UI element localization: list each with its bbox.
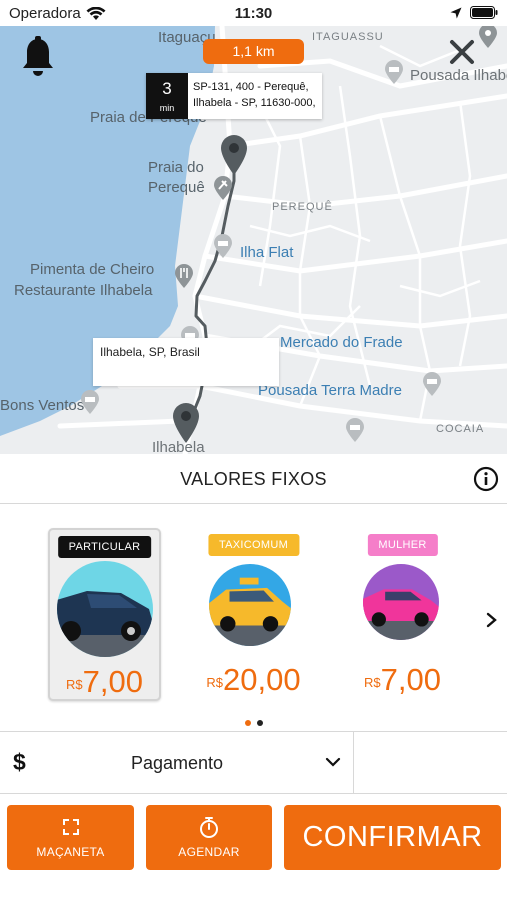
destination-pin-icon[interactable] [172, 402, 200, 444]
option-price-value: 20,00 [223, 662, 301, 697]
map-label-mercado: Mercado do Frade [280, 334, 403, 351]
status-bar: Operadora 11:30 [0, 0, 507, 26]
lodging-icon [214, 234, 232, 258]
option-price: R$20,00 [197, 662, 310, 698]
origin-pin-icon[interactable] [220, 134, 248, 176]
car-icon [57, 561, 153, 657]
option-price-value: 7,00 [380, 662, 441, 697]
payment-row: $ Pagamento [0, 732, 507, 794]
option-currency: R$ [66, 677, 83, 692]
eta-unit: min [159, 103, 175, 113]
expand-icon [62, 819, 79, 835]
lodging-icon [346, 418, 364, 442]
origin-address-line2: Ilhabela - SP, 11630-000, [193, 96, 316, 109]
handle-button[interactable]: MAÇANETA [7, 805, 134, 870]
lodging-icon [385, 60, 403, 84]
schedule-button-label: AGENDAR [178, 845, 240, 859]
eta-value: 3 [162, 79, 172, 98]
origin-address: SP-131, 400 - Perequê, Ilhabela - SP, 11… [188, 73, 321, 119]
option-price-value: 7,00 [82, 664, 143, 699]
status-icons [450, 6, 498, 19]
beach-icon [214, 176, 232, 200]
lodging-icon [81, 390, 99, 414]
map-label-pereque-beach: Perequê [148, 179, 205, 196]
option-currency: R$ [364, 675, 381, 690]
destination-address: Ilhabela, SP, Brasil [100, 345, 200, 359]
origin-address-line1: SP-131, 400 - Perequê, [193, 81, 309, 93]
map-view[interactable]: Itaguaçu ITAGUASSU Pousada Ilhabela Prai… [0, 26, 507, 454]
taxi-icon [209, 564, 291, 646]
page-indicator [0, 713, 507, 731]
distance-badge: 1,1 km [203, 39, 304, 64]
schedule-button[interactable]: AGENDAR [146, 805, 272, 870]
bell-icon[interactable] [20, 36, 56, 78]
option-particular[interactable]: PARTICULAR R$7,00 [48, 528, 161, 701]
restaurant-icon [175, 264, 193, 288]
confirm-button-label: CONFIRMAR [302, 821, 483, 853]
map-label-ilha-flat: Ilha Flat [240, 244, 294, 261]
vehicle-options: PARTICULAR R$7,00 TAXICOMUM R$20,00 MULH… [0, 504, 507, 732]
lodging-icon [423, 372, 441, 396]
section-title: VALORES FIXOS [180, 469, 327, 489]
map-label-bons-ventos: Bons Ventos [0, 397, 85, 414]
option-badge: MULHER [367, 534, 438, 556]
clock: 11:30 [234, 5, 273, 22]
handle-button-label: MAÇANETA [36, 845, 105, 859]
confirm-button[interactable]: CONFIRMAR [284, 805, 501, 870]
section-header: VALORES FIXOS [0, 454, 507, 504]
page-dot-active [244, 720, 251, 726]
payment-select[interactable]: $ Pagamento [0, 732, 354, 793]
car-icon [363, 564, 439, 640]
option-currency: R$ [206, 675, 224, 690]
map-label-itaguassu: ITAGUASSU [312, 31, 384, 43]
option-mulher[interactable]: MULHER R$7,00 [346, 528, 459, 701]
location-arrow-icon [450, 7, 462, 18]
info-icon[interactable] [473, 466, 499, 492]
map-label-pousada-ilhabela: Pousada Ilhabela [410, 67, 507, 84]
origin-callout[interactable]: 3 min SP-131, 400 - Perequê, Ilhabela - … [146, 73, 322, 119]
destination-callout[interactable]: Ilhabela, SP, Brasil [93, 338, 279, 386]
stopwatch-icon [200, 817, 218, 838]
map-label-pereque-district: PEREQUÊ [272, 201, 333, 213]
eta-box: 3 min [146, 73, 188, 119]
option-badge: TAXICOMUM [207, 534, 300, 556]
map-label-cocaia: COCAIA [436, 423, 485, 435]
battery-icon [470, 6, 498, 19]
map-label-pimenta-line2: Restaurante Ilhabela [14, 282, 153, 299]
map-label-pousada-terra: Pousada Terra Madre [258, 382, 402, 399]
payment-label: Pagamento [130, 753, 224, 773]
map-label-praia-do: Praia do [148, 159, 204, 176]
option-badge: PARTICULAR [57, 536, 152, 558]
option-taxicomum[interactable]: TAXICOMUM R$20,00 [197, 528, 310, 701]
page-dot [256, 720, 263, 726]
option-price: R$7,00 [346, 662, 459, 698]
payment-extra-field[interactable] [355, 732, 507, 793]
chevron-right-icon[interactable] [484, 608, 500, 632]
chevron-down-icon [325, 757, 341, 767]
close-icon[interactable] [447, 37, 477, 67]
map-label-pimenta-line1: Pimenta de Cheiro [30, 261, 155, 278]
option-price: R$7,00 [50, 664, 159, 700]
pin-icon [479, 26, 497, 48]
